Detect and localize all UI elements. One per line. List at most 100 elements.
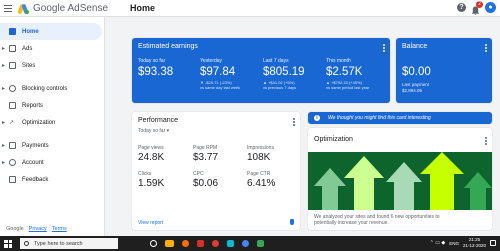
tray-icons[interactable]: ⌃ ▭ ◆ (430, 240, 446, 246)
date-range-label: Today so far (138, 128, 166, 134)
expand-arrow-icon[interactable]: ▸ (2, 142, 8, 149)
card-title: Performance (138, 117, 179, 124)
metric-value: 108K (247, 152, 271, 163)
optimization-card[interactable]: Optimization We analyzed your sites and … (308, 128, 492, 230)
avatar[interactable]: ● (485, 2, 496, 13)
metric-value: 1.59K (138, 178, 165, 189)
bell-icon[interactable]: 2 (471, 0, 483, 15)
expand-arrow-icon[interactable]: ▸ (2, 85, 8, 92)
sidebar-item-reports[interactable]: Reports (0, 97, 104, 114)
more-options-icon[interactable] (485, 137, 487, 146)
pin-icon[interactable] (290, 219, 294, 225)
metric-value: 24.8K (138, 152, 165, 163)
sidebar-item-sites[interactable]: ▸ Sites (0, 57, 104, 74)
earnings-value: $2.57K (326, 66, 363, 78)
help-icon[interactable]: ? (457, 3, 466, 12)
input-language[interactable]: ENG (449, 241, 459, 246)
gear-icon (9, 159, 16, 166)
card-title: Estimated earnings (138, 43, 198, 50)
edge-icon[interactable] (227, 240, 234, 247)
last-payment: Last payment $2,894.05 (402, 82, 429, 94)
privacy-link[interactable]: Privacy (29, 226, 47, 232)
sidebar-item-account[interactable]: ▸ Account (0, 154, 104, 171)
metric-value: $0.06 (193, 178, 219, 189)
expand-arrow-icon[interactable]: ▸ (2, 45, 8, 52)
balance-card: Balance $0.00 Last payment $2,894.05 (396, 38, 492, 103)
reports-icon (9, 102, 16, 109)
more-options-icon[interactable] (383, 44, 385, 53)
metric-label: Page RPM (193, 145, 218, 151)
pdf-reader-icon[interactable] (197, 240, 204, 247)
optimization-description: We analyzed your sites and found 6 new o… (314, 214, 440, 226)
app-name: Google AdSense (33, 2, 109, 14)
terms-link[interactable]: Terms (52, 226, 67, 232)
sidebar-item-payments[interactable]: ▸ Payments (0, 137, 104, 154)
sidebar-item-label: Ads (22, 45, 33, 52)
sidebar-item-home[interactable]: Home (0, 23, 102, 40)
sidebar-item-feedback[interactable]: Feedback (0, 171, 104, 188)
ads-icon (9, 45, 16, 52)
estimated-earnings-card: Estimated earnings Today so far $93.38 Y… (132, 38, 390, 103)
clock[interactable]: 21:25 21-12-2020 (463, 237, 486, 249)
block-icon (9, 85, 16, 92)
system-tray: ⌃ ▭ ◆ ENG 21:25 21-12-2020 (430, 237, 496, 249)
metric-label: CPC (193, 171, 204, 177)
earnings-today: Today so far $93.38 (138, 58, 200, 78)
sidebar-item-label: Reports (22, 102, 44, 109)
sidebar-item-blocking-controls[interactable]: ▸ Blocking controls (0, 80, 104, 97)
metric-cpc: CPC $0.06 (193, 171, 243, 189)
earnings-comparison: vs previous 7 days (263, 85, 297, 90)
banner-text: We thought you might find this card inte… (328, 115, 431, 121)
task-view-icon[interactable] (150, 240, 157, 247)
earnings-value: $805.19 (263, 66, 305, 78)
expand-arrow-icon[interactable]: ▸ (2, 159, 8, 166)
earnings-label: Yesterday (200, 58, 223, 64)
expand-arrow-icon[interactable]: ▸ (2, 62, 8, 69)
performance-card: Performance Today so far ▾ Page views 24… (132, 112, 300, 230)
earnings-comparison: vs same day last week (200, 85, 241, 90)
metric-label: Page views (138, 145, 164, 151)
app-icon[interactable] (257, 240, 264, 247)
earnings-label: This month (326, 58, 351, 64)
suggestion-banner: i We thought you might find this card in… (308, 112, 492, 124)
expand-arrow-icon[interactable]: ▸ (2, 119, 8, 126)
view-report-link[interactable]: View report (138, 220, 163, 226)
earnings-label: Today so far (138, 58, 166, 64)
feedback-icon (9, 176, 16, 183)
sidebar-item-optimization[interactable]: ▸ ↗ Optimization (0, 114, 104, 131)
trending-icon: ↗ (9, 120, 15, 126)
sidebar-item-ads[interactable]: ▸ Ads (0, 40, 104, 57)
menu-icon[interactable] (4, 4, 12, 12)
clock-date: 21-12-2020 (462, 243, 486, 248)
growth-arrows-illustration (308, 152, 492, 210)
top-bar: Google AdSense Home ? 2 ● (0, 0, 500, 17)
chrome-icon[interactable] (242, 240, 249, 247)
metric-label: Page CTR (247, 171, 271, 177)
sidebar-item-label: Home (22, 28, 39, 35)
sites-icon (9, 62, 16, 69)
opera-icon[interactable] (212, 240, 219, 247)
taskbar-search-placeholder: Type here to search (34, 240, 83, 247)
metric-clicks: Clicks 1.59K (138, 171, 188, 189)
file-explorer-icon[interactable] (165, 240, 174, 247)
windows-icon[interactable] (4, 239, 12, 248)
sidebar-item-label: Sites (22, 62, 36, 69)
page-title: Home (130, 3, 156, 13)
date-range-dropdown[interactable]: Today so far ▾ (138, 128, 169, 134)
notification-center-icon[interactable] (490, 240, 496, 246)
card-title: Optimization (314, 136, 353, 143)
sidebar: Home ▸ Ads ▸ Sites ▸ Blocking controls R… (0, 17, 105, 236)
payments-icon (9, 142, 16, 149)
metric-page-ctr: Page CTR 6.41% (247, 171, 297, 189)
more-options-icon[interactable] (293, 118, 295, 127)
more-options-icon[interactable] (485, 44, 487, 53)
home-icon (9, 28, 16, 35)
search-icon (24, 241, 29, 246)
adsense-logo-icon (17, 3, 29, 14)
firefox-icon[interactable] (182, 240, 189, 247)
windows-taskbar: Type here to search ⌃ ▭ ◆ ENG 21:25 21-1… (0, 236, 500, 251)
metric-page-views: Page views 24.8K (138, 145, 188, 163)
sidebar-item-label: Payments (22, 142, 49, 149)
taskbar-search[interactable]: Type here to search (20, 238, 118, 249)
metric-label: Impressions (247, 145, 274, 151)
